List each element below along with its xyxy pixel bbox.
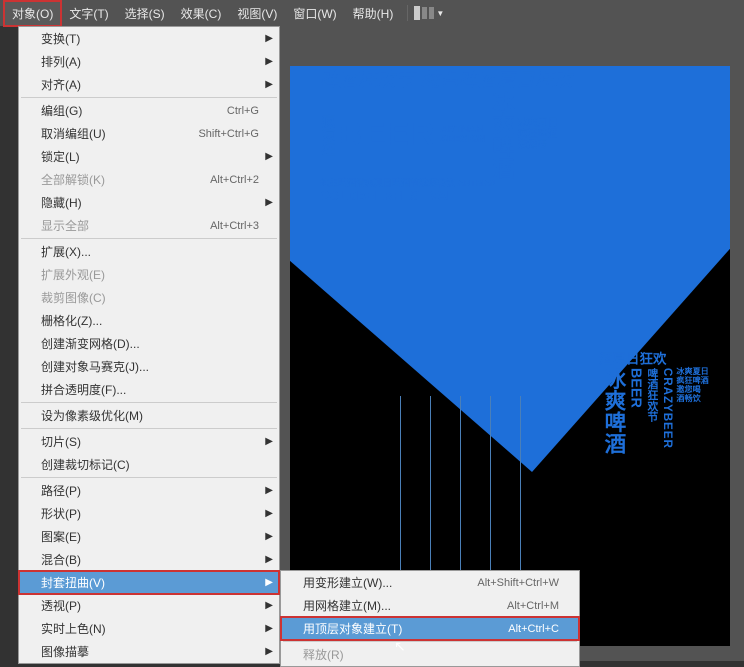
menu-item[interactable]: 创建裁切标记(C) (19, 453, 279, 476)
artboard: 啤酒狂欢节 纯色啤酒夏日狂欢 疯凉狂 BEER ARTMANSDESIGN 冰爽… (290, 66, 730, 646)
canvas[interactable]: 啤酒狂欢节 纯色啤酒夏日狂欢 疯凉狂 BEER ARTMANSDESIGN 冰爽… (280, 26, 744, 661)
submenu-item: 释放(R) (281, 643, 579, 666)
menu-item[interactable]: 切片(S)▶ (19, 430, 279, 453)
menu-item[interactable]: 取消编组(U)Shift+Ctrl+G (19, 122, 279, 145)
menu-object[interactable]: 对象(O) (4, 1, 61, 26)
beer-poster-text: 啤酒狂欢节 纯色啤酒夏日狂欢 疯凉狂 BEER ARTMANSDESIGN 冰爽… (320, 71, 720, 203)
menu-item[interactable]: 图案(E)▶ (19, 525, 279, 548)
layout-icon[interactable] (414, 5, 434, 21)
side-poster-text: 酒夏日狂欢 冰爽啤酒 BEER 啤酒狂欢节 CRAZYBEER 冰爽夏日疯狂啤酒… (599, 352, 730, 455)
cursor-icon: ↖ (394, 638, 406, 655)
chevron-down-icon[interactable]: ▼ (436, 9, 444, 18)
menu-item[interactable]: 封套扭曲(V)▶ (19, 571, 279, 594)
menu-item[interactable]: 实时上色(N)▶ (19, 617, 279, 640)
menu-text[interactable]: 文字(T) (61, 1, 116, 26)
menu-item[interactable]: 创建渐变网格(D)... (19, 332, 279, 355)
menu-item: 扩展外观(E) (19, 263, 279, 286)
menu-item[interactable]: 扩展(X)... (19, 240, 279, 263)
submenu-item[interactable]: 用网格建立(M)...Alt+Ctrl+M (281, 594, 579, 617)
menu-item[interactable]: 对齐(A)▶ (19, 73, 279, 96)
menu-item: 裁剪图像(C) (19, 286, 279, 309)
menu-item[interactable]: 透视(P)▶ (19, 594, 279, 617)
submenu-item[interactable]: 用顶层对象建立(T)Alt+Ctrl+C (281, 617, 579, 640)
menu-item[interactable]: 形状(P)▶ (19, 502, 279, 525)
menu-window[interactable]: 窗口(W) (285, 1, 344, 26)
menu-select[interactable]: 选择(S) (117, 1, 173, 26)
object-menu: 变换(T)▶排列(A)▶对齐(A)▶ 编组(G)Ctrl+G取消编组(U)Shif… (18, 26, 280, 664)
menubar: 对象(O) 文字(T) 选择(S) 效果(C) 视图(V) 窗口(W) 帮助(H… (0, 0, 744, 26)
menu-item[interactable]: 混合(B)▶ (19, 548, 279, 571)
menu-item[interactable]: 路径(P)▶ (19, 479, 279, 502)
menu-item[interactable]: 创建对象马赛克(J)... (19, 355, 279, 378)
menu-item[interactable]: 拼合透明度(F)... (19, 378, 279, 401)
menu-item[interactable]: 锁定(L)▶ (19, 145, 279, 168)
menu-item: 显示全部Alt+Ctrl+3 (19, 214, 279, 237)
menu-item: 全部解锁(K)Alt+Ctrl+2 (19, 168, 279, 191)
menu-effect[interactable]: 效果(C) (173, 1, 230, 26)
menu-item[interactable]: 图像描摹▶ (19, 640, 279, 663)
separator (407, 5, 408, 21)
menu-help[interactable]: 帮助(H) (345, 1, 402, 26)
menu-item[interactable]: 变换(T)▶ (19, 27, 279, 50)
menu-item[interactable]: 设为像素级优化(M) (19, 404, 279, 427)
envelope-distort-submenu: 用变形建立(W)...Alt+Shift+Ctrl+W用网格建立(M)...Al… (280, 570, 580, 667)
submenu-item[interactable]: 用变形建立(W)...Alt+Shift+Ctrl+W (281, 571, 579, 594)
menu-item[interactable]: 隐藏(H)▶ (19, 191, 279, 214)
menu-item[interactable]: 编组(G)Ctrl+G (19, 99, 279, 122)
menu-view[interactable]: 视图(V) (229, 1, 285, 26)
menu-item[interactable]: 栅格化(Z)... (19, 309, 279, 332)
menu-item[interactable]: 排列(A)▶ (19, 50, 279, 73)
